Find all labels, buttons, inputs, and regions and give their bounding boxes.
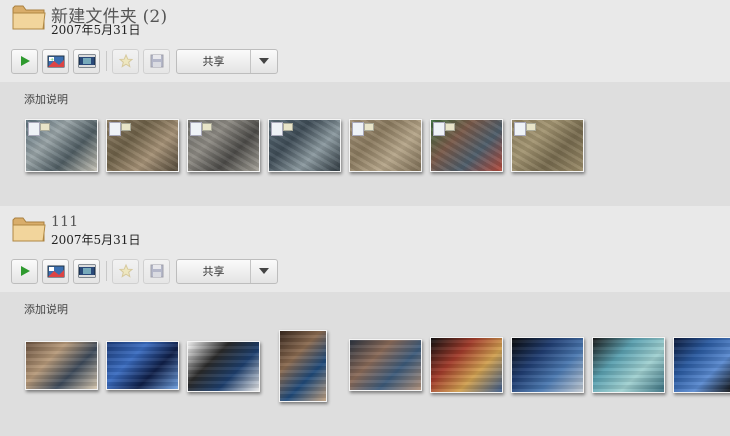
- map-inset-overlay: [283, 123, 293, 131]
- photo-thumbnail[interactable]: [349, 119, 422, 172]
- film-icon: [78, 264, 95, 278]
- photo-texture: [107, 342, 178, 389]
- photo-texture: [674, 338, 730, 392]
- photo-thumbnail[interactable]: [25, 119, 98, 172]
- photo-thumbnail[interactable]: [511, 119, 584, 172]
- star-icon: [118, 54, 133, 68]
- map-legend-overlay: [433, 122, 445, 136]
- photo-texture: [350, 340, 421, 390]
- add-photo-icon: +: [47, 55, 64, 68]
- map-inset-overlay: [202, 123, 212, 131]
- map-inset-overlay: [121, 123, 131, 131]
- map-legend-overlay: [28, 122, 40, 136]
- film-icon: [78, 54, 95, 68]
- photo-thumbnail[interactable]: [187, 119, 260, 172]
- folder-icon: [12, 5, 46, 30]
- map-inset-overlay: [445, 123, 455, 131]
- star-button[interactable]: [112, 48, 139, 74]
- photo-thumbnail[interactable]: [106, 119, 179, 172]
- star-button[interactable]: [112, 258, 139, 284]
- floppy-disk-icon: [150, 54, 163, 68]
- folder-toolbar: + 共享: [11, 48, 278, 74]
- add-photos-button[interactable]: [42, 258, 69, 284]
- share-button[interactable]: 共享: [177, 49, 251, 73]
- save-button[interactable]: [143, 258, 170, 284]
- folder-header: 新建文件夹 (2) 2007年5月31日 + 共享: [0, 0, 730, 82]
- map-inset-overlay: [40, 123, 50, 131]
- folder-icon: [12, 217, 46, 242]
- map-inset-overlay: [364, 123, 374, 131]
- photo-thumbnail[interactable]: [511, 337, 584, 393]
- share-button[interactable]: 共享: [177, 259, 251, 283]
- add-photos-button[interactable]: +: [42, 48, 69, 74]
- map-legend-overlay: [352, 122, 364, 136]
- slideshow-button[interactable]: [11, 258, 38, 284]
- share-menu-toggle[interactable]: [251, 50, 277, 73]
- photo-thumbnail[interactable]: [279, 330, 327, 402]
- make-movie-button[interactable]: [73, 258, 100, 284]
- photo-thumbnail[interactable]: [430, 337, 503, 393]
- map-legend-overlay: [271, 122, 283, 136]
- photo-thumbnail[interactable]: [187, 341, 260, 392]
- share-dropdown[interactable]: 共享: [176, 48, 278, 74]
- slideshow-button[interactable]: [11, 48, 38, 74]
- map-legend-overlay: [109, 122, 121, 136]
- map-inset-overlay: [526, 123, 536, 131]
- add-caption-field[interactable]: 添加说明: [24, 91, 68, 107]
- photo-thumbnail[interactable]: [268, 119, 341, 172]
- photo-thumbnail[interactable]: [673, 337, 730, 393]
- folder-header: 111 2007年5月31日 共享: [0, 206, 730, 292]
- add-photo-icon: [47, 265, 64, 278]
- photo-thumbnail[interactable]: [430, 119, 503, 172]
- play-icon: [20, 266, 30, 276]
- share-menu-toggle[interactable]: [251, 260, 277, 283]
- add-caption-field[interactable]: 添加说明: [24, 301, 68, 317]
- folder-date: 2007年5月31日: [51, 233, 141, 247]
- share-dropdown[interactable]: 共享: [176, 258, 278, 284]
- folder-title[interactable]: 111: [51, 214, 78, 230]
- photo-thumbnail[interactable]: [592, 337, 665, 393]
- play-icon: [20, 56, 30, 66]
- photo-thumbnail[interactable]: [349, 339, 422, 391]
- photo-texture: [280, 331, 326, 401]
- photo-texture: [593, 338, 664, 392]
- photo-thumbnail[interactable]: [25, 341, 98, 390]
- star-icon: [118, 264, 133, 278]
- toolbar-divider: [106, 51, 107, 71]
- make-movie-button[interactable]: [73, 48, 100, 74]
- chevron-down-icon: [259, 58, 269, 64]
- folder-toolbar: 共享: [11, 258, 278, 284]
- photo-thumbnail[interactable]: [106, 341, 179, 390]
- photo-album-page: 新建文件夹 (2) 2007年5月31日 + 共享 添加说明 111 2007年…: [0, 0, 730, 436]
- map-legend-overlay: [190, 122, 202, 136]
- floppy-disk-icon: [150, 264, 163, 278]
- save-button[interactable]: [143, 48, 170, 74]
- photo-texture: [188, 342, 259, 391]
- photo-texture: [26, 342, 97, 389]
- map-legend-overlay: [514, 122, 526, 136]
- toolbar-divider: [106, 261, 107, 281]
- svg-text:+: +: [50, 57, 54, 63]
- photo-texture: [512, 338, 583, 392]
- folder-date: 2007年5月31日: [51, 23, 141, 37]
- photo-texture: [431, 338, 502, 392]
- chevron-down-icon: [259, 268, 269, 274]
